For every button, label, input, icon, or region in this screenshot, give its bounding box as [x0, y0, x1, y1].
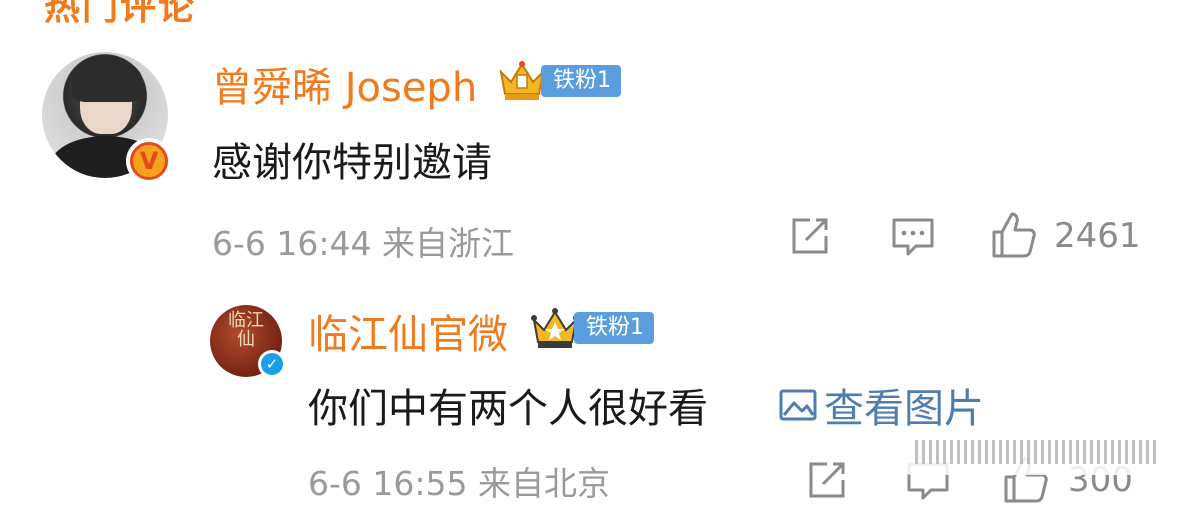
crown-icon	[531, 308, 579, 348]
verified-badge-icon: V	[126, 138, 172, 184]
view-image-label: 查看图片	[824, 386, 984, 432]
fan-level-badge: 铁粉1	[574, 312, 654, 344]
comment-meta: 6-6 16:44 来自浙江	[212, 224, 514, 263]
fan-level-badge: 铁粉1	[541, 65, 621, 97]
comment-text: 感谢你特别邀请	[212, 140, 492, 186]
avatar-calligraphy: 临江仙	[228, 310, 264, 350]
crown-icon	[499, 61, 545, 100]
image-icon	[779, 389, 817, 421]
share-icon[interactable]	[788, 214, 832, 258]
like-count: 2461	[1054, 216, 1141, 256]
reply-user-name[interactable]: 临江仙官微	[308, 302, 508, 360]
share-icon[interactable]	[805, 458, 849, 502]
watermark-bars	[915, 440, 1160, 464]
like-icon[interactable]	[988, 210, 1038, 260]
user-name[interactable]: 曾舜晞 Joseph	[212, 55, 477, 113]
reply-meta: 6-6 16:55 来自北京	[308, 464, 610, 503]
verified-badge-icon: ✓	[258, 350, 286, 378]
reply-text: 你们中有两个人很好看	[308, 386, 708, 432]
view-image-link[interactable]: 查看图片	[778, 376, 984, 434]
avatar-hair	[72, 58, 142, 102]
section-header-fragment: 热门评论	[44, 0, 197, 28]
comment-icon[interactable]	[890, 214, 936, 258]
watermark	[905, 430, 1170, 475]
